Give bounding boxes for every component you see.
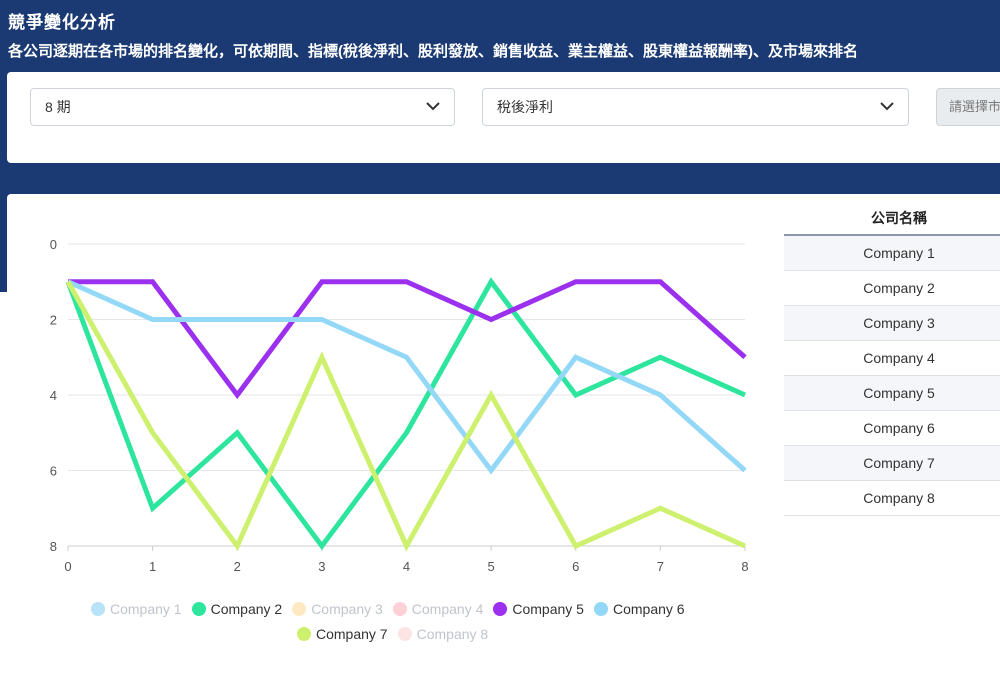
ranking-line-chart: 024680 1 2 3 4 5 6 7 8 [50, 237, 749, 574]
company-name-cell: Company 1 [784, 235, 1000, 271]
legend-item-company-7[interactable]: Company 7 [297, 624, 388, 644]
legend-label: Company 5 [512, 601, 584, 617]
legend-marker [297, 627, 311, 641]
series-line-company-6 [66, 279, 747, 475]
legend-item-company-8[interactable]: Company 8 [397, 624, 489, 644]
table-row: Company 2 [784, 270, 1000, 306]
y-tick-label: 0 [50, 237, 57, 252]
x-tick-label: 5 [488, 559, 495, 574]
legend-label: Company 6 [612, 601, 685, 617]
company-name-cell: Company 4 [784, 340, 1000, 376]
legend-marker [493, 602, 508, 616]
series-line-company-5 [68, 279, 747, 400]
chevron-down-icon [880, 102, 894, 111]
legend-marker [292, 602, 307, 616]
legend-marker [397, 627, 412, 641]
company-table: 公司名稱 Company 1 Company 2 Company 3 Compa… [784, 202, 1000, 516]
market-select-placeholder: 請選擇市場 [949, 99, 1000, 114]
legend-marker [91, 602, 105, 616]
legend-marker [593, 602, 608, 616]
table-row: Company 6 [784, 410, 1000, 446]
table-row: Company 4 [784, 340, 1000, 376]
market-select[interactable]: 請選擇市場 [936, 88, 1000, 126]
legend-label: Company 3 [311, 601, 383, 617]
legend-label: Company 2 [210, 601, 283, 617]
y-tick-label: 8 [50, 539, 57, 554]
legend-item-company-2[interactable]: Company 2 [191, 599, 283, 619]
x-tick-label: 6 [572, 559, 579, 574]
page-subtitle: 各公司逐期在各市場的排名變化，可依期間、指標(稅後淨利、股利發放、銷售收益、業主… [8, 43, 858, 60]
y-tick-label: 2 [50, 313, 57, 328]
company-name-cell: Company 8 [784, 480, 1000, 516]
legend-label: Company 7 [316, 626, 388, 642]
company-name-cell: Company 5 [784, 375, 1000, 411]
legend-marker [191, 602, 206, 616]
period-select[interactable]: 8 期 [30, 88, 455, 126]
x-tick-label: 0 [64, 559, 71, 574]
legend-item-company-5[interactable]: Company 5 [493, 599, 584, 619]
metric-select-value: 稅後淨利 [497, 99, 553, 115]
legend-item-company-6[interactable]: Company 6 [593, 599, 685, 619]
company-name-cell: Company 6 [784, 410, 1000, 446]
company-name-cell: Company 3 [784, 305, 1000, 341]
legend-label: Company 1 [110, 601, 182, 617]
company-name-cell: Company 7 [784, 445, 1000, 481]
table-row: Company 3 [784, 305, 1000, 341]
company-name-cell: Company 2 [784, 270, 1000, 306]
x-tick-label: 2 [234, 559, 241, 574]
y-tick-label: 6 [50, 464, 57, 479]
table-row: Company 7 [784, 445, 1000, 481]
legend-label: Company 4 [411, 601, 484, 617]
x-tick-label: 1 [149, 559, 156, 574]
filter-panel: 8 期 稅後淨利 請選擇市場 [7, 72, 1000, 163]
y-tick-label: 4 [50, 388, 57, 403]
page-title: 競爭變化分析 [8, 13, 116, 32]
legend-row: Company 7 Company 8 [297, 624, 498, 644]
company-name-header: 公司名稱 [784, 202, 1000, 236]
legend-item-company-4[interactable]: Company 4 [392, 599, 484, 619]
legend-label: Company 8 [416, 626, 489, 642]
chart-card: 02468012345678 Company 1 Company 2 Company… [7, 194, 1000, 674]
legend-row: Company 1 Company 2 Company 3 Company 4 Comp… [91, 599, 695, 619]
table-row: Company 8 [784, 480, 1000, 516]
x-tick-label: 3 [318, 559, 325, 574]
x-tick-label: 7 [657, 559, 664, 574]
metric-select[interactable]: 稅後淨利 [482, 88, 909, 126]
x-tick-label: 4 [403, 559, 410, 574]
table-row: Company 1 [784, 235, 1000, 271]
period-select-value: 8 期 [45, 99, 71, 115]
legend-item-company-3[interactable]: Company 3 [292, 599, 383, 619]
legend-item-company-1[interactable]: Company 1 [91, 599, 182, 619]
legend-marker [392, 602, 407, 616]
x-tick-label: 8 [741, 559, 748, 574]
table-row: Company 5 [784, 375, 1000, 411]
chevron-down-icon [426, 102, 440, 111]
